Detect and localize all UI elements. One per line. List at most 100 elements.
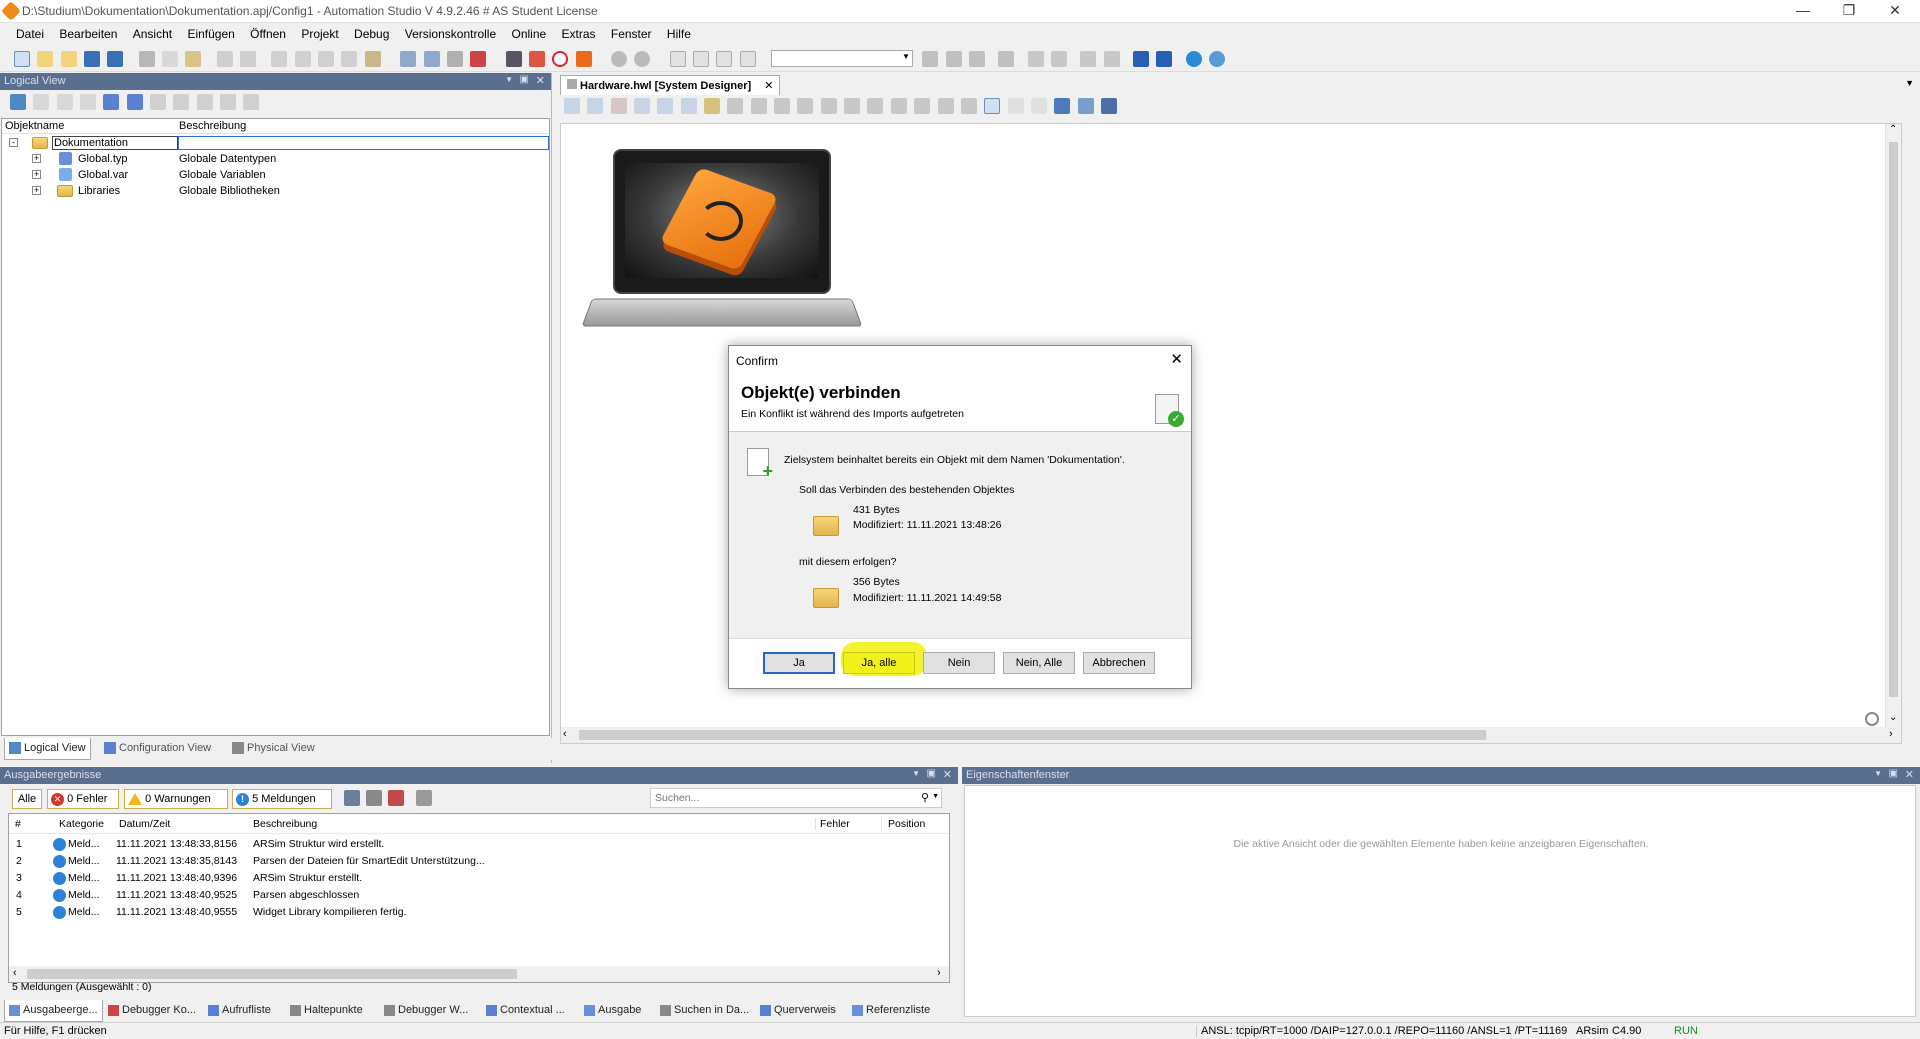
find-next-icon[interactable] [341,50,358,67]
plc-icon[interactable] [575,50,592,67]
settings-2-icon[interactable] [634,50,651,67]
expand-icon[interactable]: + [32,154,41,163]
link-2-icon[interactable] [945,50,962,67]
grid-icon[interactable] [1030,98,1047,114]
pin-icon[interactable]: ▣ [1889,768,1898,779]
col-datetime[interactable]: Datum/Zeit [119,818,170,830]
arrow-up-icon[interactable] [1080,50,1097,67]
transfer-icon[interactable] [470,50,487,67]
h-scroll-thumb[interactable] [27,969,517,979]
align-middle-icon[interactable] [890,98,907,114]
goto-icon[interactable] [344,790,360,806]
menu-hilfe[interactable]: Hilfe [661,24,697,44]
designer-tool-icon[interactable] [587,98,604,114]
yes-button[interactable]: Ja [763,652,835,674]
designer-tool-icon[interactable] [727,98,744,114]
find-icon[interactable] [318,50,335,67]
power-icon[interactable] [552,50,569,67]
tab-logical-view[interactable]: Logical View [4,738,91,760]
tab-hardware-hwl[interactable]: Hardware.hwl [System Designer] ✕ [560,75,781,95]
align-top-icon[interactable] [820,98,837,114]
settings-icon[interactable] [610,50,627,67]
tab-contextual[interactable]: Contextual ... [482,1000,569,1022]
yes-all-button[interactable]: Ja, alle [843,652,915,674]
monitor-search-icon[interactable] [505,50,522,67]
clear-list-icon[interactable] [366,790,382,806]
lv-tool-3-icon[interactable] [56,94,73,110]
menu-extras[interactable]: Extras [556,24,602,44]
sort-up-icon[interactable] [1027,50,1044,67]
open-project-icon[interactable] [37,50,54,67]
col-category[interactable]: Kategorie [59,818,104,830]
tab-physical-view[interactable]: Physical View [228,738,319,760]
designer-tool-icon[interactable] [1054,98,1071,114]
lv-tool-8-icon[interactable] [173,94,190,110]
vertical-scrollbar[interactable]: ⌃ ⌄ [1885,124,1901,729]
designer-tool-icon[interactable] [1100,98,1117,114]
open-folder-icon[interactable] [60,50,77,67]
menu-bearbeiten[interactable]: Bearbeiten [53,24,123,44]
designer-tool-icon[interactable] [610,98,627,114]
lock-icon[interactable] [704,98,721,114]
close-tab-icon[interactable]: ✕ [764,80,773,92]
close-pane-icon[interactable]: ✕ [943,768,952,781]
menu-oeffnen[interactable]: Öffnen [244,24,292,44]
tree-item-label[interactable]: Dokumentation [52,136,178,150]
help-icon[interactable] [1209,50,1226,67]
same-height-icon[interactable] [937,98,954,114]
minimize-button[interactable]: — [1780,0,1826,22]
arrow-down-icon[interactable] [1103,50,1120,67]
lv-tool-7-icon[interactable] [150,94,167,110]
table-view-icon[interactable] [423,50,440,67]
tab-referenzliste[interactable]: Referenzliste [848,1000,934,1022]
scroll-left-icon[interactable]: ‹ [563,728,567,740]
pin-icon[interactable]: ▣ [927,768,936,779]
lv-tool-9-icon[interactable] [196,94,213,110]
lv-tool-10-icon[interactable] [220,94,237,110]
toolbar-dropdown[interactable]: ▼ [770,50,913,67]
designer-tool-icon[interactable] [657,98,674,114]
window-2-icon[interactable] [692,50,709,67]
remove-icon[interactable] [446,50,463,67]
menu-einfuegen[interactable]: Einfügen [181,24,240,44]
tab-suchen-in-dateien[interactable]: Suchen in Da... [656,1000,753,1022]
paste-icon[interactable] [185,50,202,67]
bookmark-icon[interactable] [364,50,381,67]
menu-online[interactable]: Online [505,24,552,44]
col-number[interactable]: # [15,818,21,830]
scroll-left-icon[interactable]: ‹ [13,967,17,979]
add-object-icon[interactable] [10,94,26,110]
tab-configuration-view[interactable]: Configuration View [100,738,215,760]
scroll-down-icon[interactable]: ⌄ [1889,712,1897,723]
lv-tool-5-icon[interactable] [103,94,120,110]
col-position[interactable]: Position [881,818,925,830]
no-all-button[interactable]: Nein, Alle [1003,652,1075,674]
insert-icon[interactable] [1133,50,1150,67]
tab-debugger-watch[interactable]: Debugger W... [380,1000,472,1022]
compare-icon[interactable] [998,50,1015,67]
tab-aufrufliste[interactable]: Aufrufliste [204,1000,275,1022]
align-center-icon[interactable] [867,98,884,114]
pin-icon[interactable]: ▣ [520,74,529,85]
lv-tool-11-icon[interactable] [243,94,260,110]
filter-errors-button[interactable]: ✕ 0 Fehler [47,789,119,809]
tab-ausgabe[interactable]: Ausgabe [580,1000,645,1022]
tree-row-dokumentation[interactable]: - Dokumentation [2,136,550,152]
col-description[interactable]: Beschreibung [253,818,317,830]
menu-datei[interactable]: Datei [10,24,50,44]
h-scroll-thumb[interactable] [579,730,1486,740]
align-bottom-icon[interactable] [844,98,861,114]
window-icon[interactable] [669,50,686,67]
tree-item-desc-edit[interactable] [178,136,549,150]
cancel-button[interactable]: Abbrechen [1083,652,1155,674]
sort-up-2-icon[interactable] [1051,50,1068,67]
scroll-right-icon[interactable]: › [1889,728,1893,740]
tab-haltepunkte[interactable]: Haltepunkte [286,1000,367,1022]
lv-tool-4-icon[interactable] [80,94,97,110]
close-pane-icon[interactable]: ✕ [1905,768,1914,781]
menu-projekt[interactable]: Projekt [295,24,344,44]
menu-ansicht[interactable]: Ansicht [127,24,178,44]
grid-view-icon[interactable] [400,50,417,67]
scroll-right-icon[interactable]: › [937,967,941,979]
menu-debug[interactable]: Debug [348,24,395,44]
